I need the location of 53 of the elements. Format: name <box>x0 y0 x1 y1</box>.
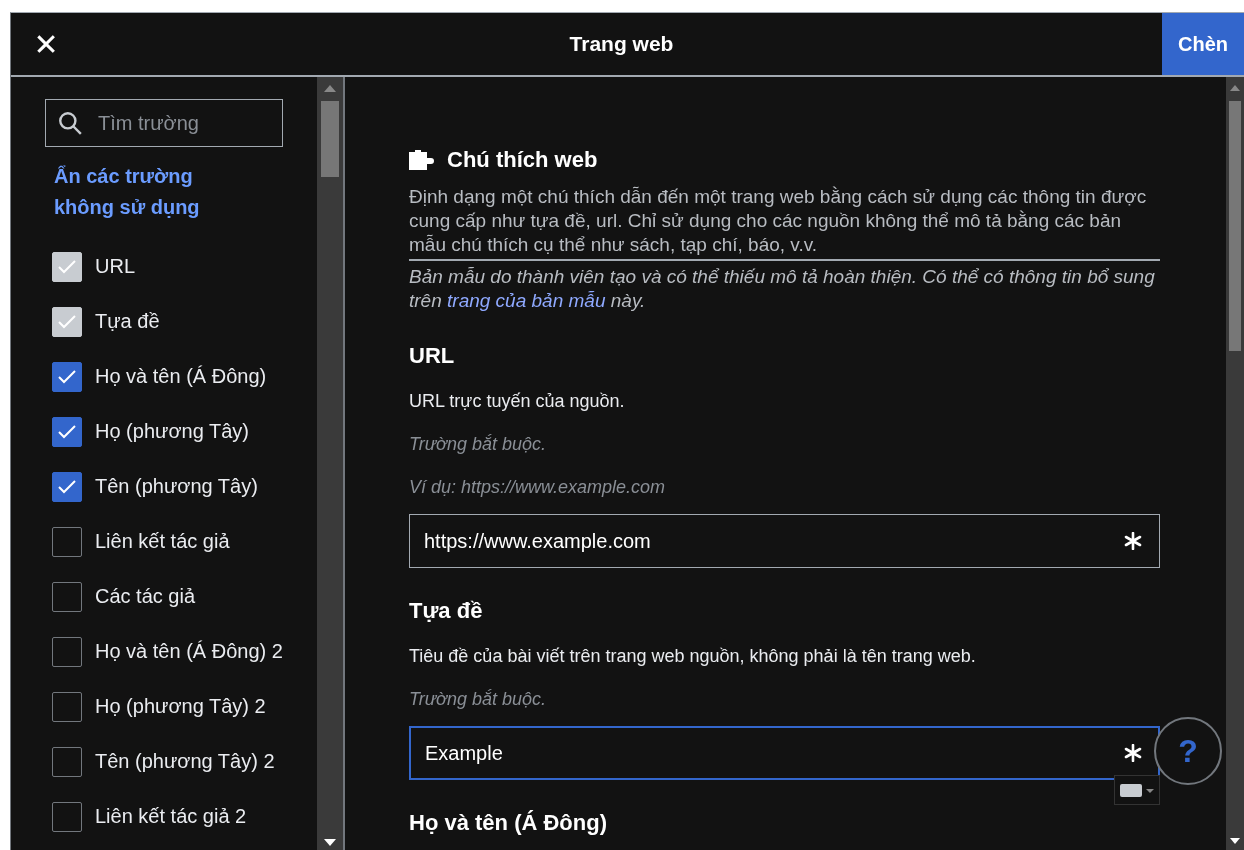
toggle-unused-link[interactable]: Ẩn các trường không sử dụng <box>54 161 234 223</box>
search-field[interactable]: Tìm trường <box>45 99 283 147</box>
parameter-name: URL <box>409 343 456 369</box>
checkbox[interactable] <box>52 801 82 832</box>
check-icon <box>58 259 76 274</box>
field-label: Liên kết tác giả <box>95 530 230 553</box>
field-label: Tựa đề <box>95 310 160 333</box>
field-label: Liên kết tác giả 2 <box>95 805 247 828</box>
close-button[interactable]: ✕ <box>11 13 81 75</box>
field-label: Họ (phương Tây) 2 <box>95 695 266 718</box>
field-label: Tên (phương Tây) 2 <box>95 750 275 773</box>
parameter-input[interactable]: https://www.example.com <box>409 514 1160 568</box>
check-icon <box>58 479 76 494</box>
dialog-title: Trang web <box>569 32 674 56</box>
field-label: Tên (phương Tây) <box>95 475 258 498</box>
template-note: Bản mẫu do thành viên tạo và có thể thiếu mô tả hoàn thiện. Có thể có thông tin bổ sung trên trang của bản mẫu này. <box>409 265 1156 313</box>
scrollbar[interactable] <box>317 77 345 850</box>
scroll-down-icon[interactable] <box>324 839 336 846</box>
checkbox[interactable] <box>52 581 82 612</box>
check-icon <box>58 369 76 384</box>
checkbox[interactable] <box>52 416 82 447</box>
required-note: Trường bắt buộc. <box>409 689 548 710</box>
parameter-description: URL trực tuyến của nguồn. <box>409 391 626 412</box>
field-label: Họ và tên (Á Đông) <box>95 365 267 388</box>
search-icon <box>57 110 83 136</box>
scrollbar-thumb[interactable] <box>321 101 339 177</box>
parameter-name: Họ và tên (Á Đông) <box>409 810 608 836</box>
template-title: Chú thích web <box>447 147 598 173</box>
field-label: Họ (phương Tây) <box>95 420 249 443</box>
example-text: Ví dụ: https://www.example.com <box>409 477 667 498</box>
checkbox[interactable] <box>52 636 82 667</box>
scrollbar-thumb[interactable] <box>1229 101 1241 351</box>
keyboard-icon[interactable] <box>1114 775 1160 805</box>
template-description: Định dạng một chú thích dẫn đến một trang web bằng cách sử dụng các thông tin được cung cấp như tựa đề, url. Chỉ sử dụng cho các nguồn không thể mô tả bằng các bản mẫu chú thích cụ thể như sách, tạp chí, báo, v.v. <box>409 185 1160 261</box>
scrollbar[interactable] <box>1226 77 1244 850</box>
scroll-down-icon[interactable] <box>1230 838 1240 844</box>
required-note: Trường bắt buộc. <box>409 434 548 455</box>
checkbox[interactable] <box>52 691 82 722</box>
checkbox[interactable] <box>52 746 82 777</box>
parameter-description: Tiêu đề của bài viết trên trang web nguồn, không phải là tên trang web. <box>409 646 977 667</box>
insert-button[interactable]: Chèn <box>1162 13 1244 75</box>
check-icon <box>58 314 76 329</box>
scroll-up-icon[interactable] <box>324 85 336 92</box>
field-label: Các tác giả <box>95 585 196 608</box>
check-icon <box>58 424 76 439</box>
field-label: Họ và tên (Á Đông) 2 <box>95 640 283 663</box>
checkbox[interactable] <box>52 526 82 557</box>
parameter-name: Tựa đề <box>409 598 484 624</box>
template-page-link[interactable]: trang của bản mẫu <box>447 290 606 311</box>
scroll-up-icon[interactable] <box>1230 85 1240 91</box>
field-label: URL <box>95 255 135 278</box>
checkbox[interactable] <box>52 361 82 392</box>
checkbox[interactable] <box>52 471 82 502</box>
